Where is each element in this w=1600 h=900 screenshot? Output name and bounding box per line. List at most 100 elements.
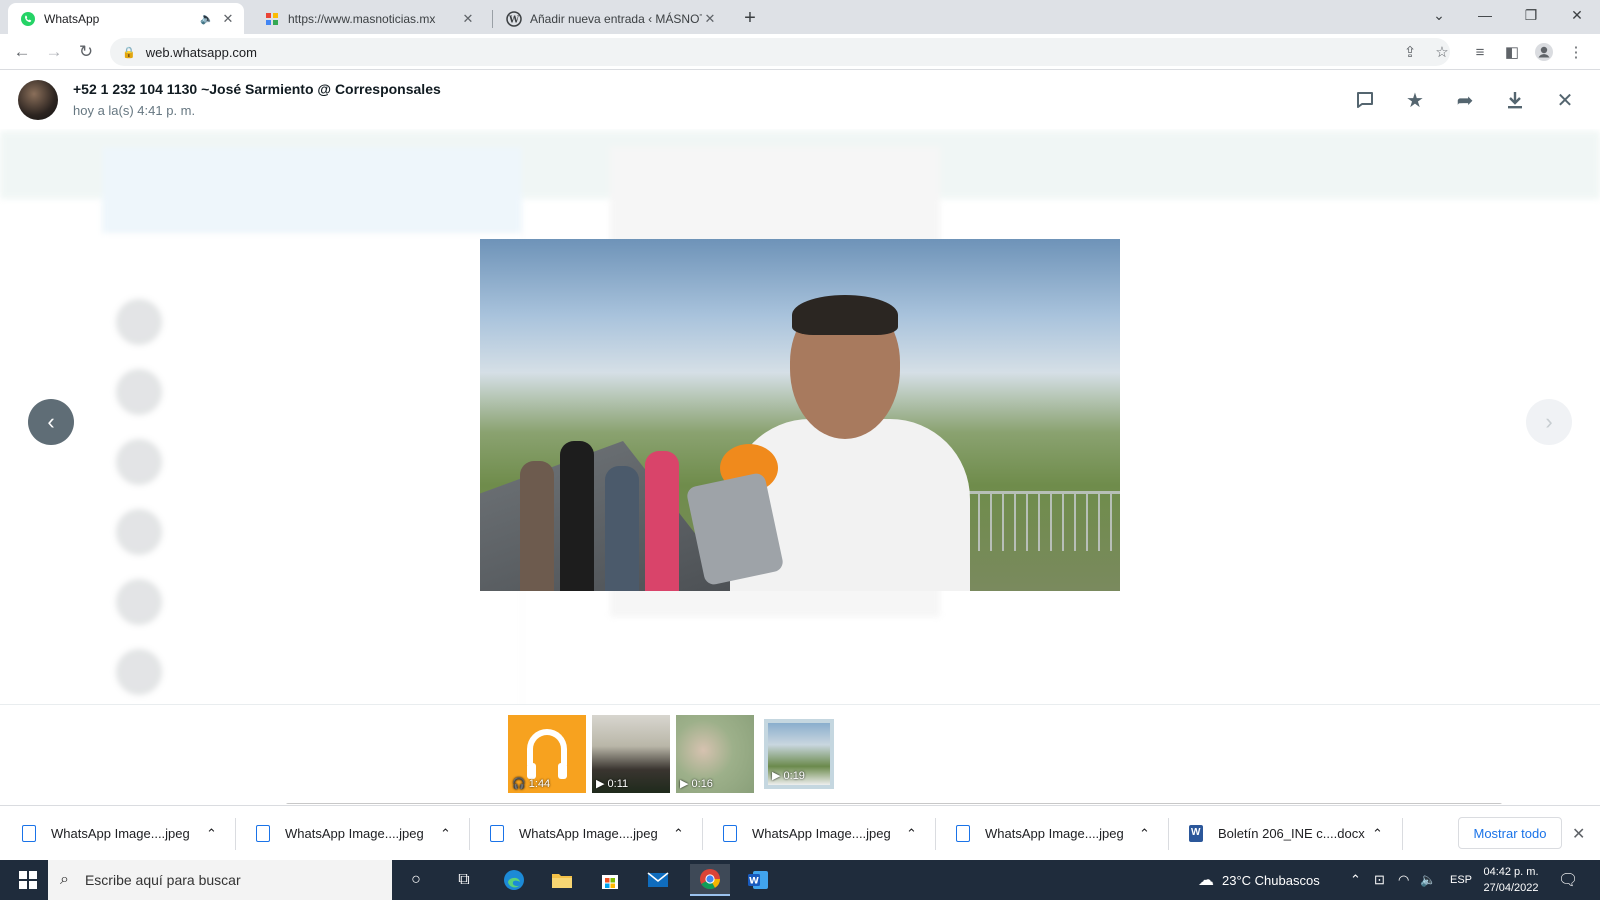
thumbnail-duration: ▶ 0:19: [772, 770, 805, 782]
download-item[interactable]: WhatsApp Image....jpeg: [723, 806, 891, 861]
sent-timestamp: hoy a la(s) 4:41 p. m.: [73, 103, 196, 118]
file-icon: [956, 825, 970, 842]
notifications-icon[interactable]: 🗨: [1558, 860, 1578, 900]
thumbnail-video[interactable]: ▶ 0:11: [592, 715, 670, 793]
chevron-up-icon[interactable]: ⌃: [906, 806, 917, 861]
wifi-icon[interactable]: ◠: [1398, 860, 1409, 900]
tab-masnoticias[interactable]: https://www.masnoticias.mx ✕: [252, 3, 484, 34]
file-explorer-icon[interactable]: [542, 864, 582, 896]
windows-taskbar: ⌕ Escribe aquí para buscar ○ ⧉ W ☁ 23°C …: [0, 860, 1600, 900]
close-tab-icon[interactable]: ✕: [460, 11, 476, 27]
tab-title: Añadir nueva entrada ‹ MÁSNOTI: [530, 11, 702, 26]
forward-icon[interactable]: ➦: [1452, 87, 1478, 113]
svg-text:W: W: [508, 15, 520, 25]
share-icon[interactable]: ⇪: [1400, 42, 1420, 62]
tab-title: https://www.masnoticias.mx: [288, 11, 436, 26]
search-placeholder: Escribe aquí para buscar: [84, 872, 241, 888]
weather-widget[interactable]: ☁ 23°C Chubascos: [1198, 860, 1320, 900]
thumbnail-video[interactable]: ▶ 0:16: [676, 715, 754, 793]
previous-media-button[interactable]: ‹: [28, 399, 74, 445]
show-hidden-icons-icon[interactable]: ⌃: [1350, 860, 1361, 900]
new-tab-button[interactable]: +: [738, 6, 762, 30]
close-tab-icon[interactable]: ✕: [702, 11, 718, 27]
tab-whatsapp[interactable]: WhatsApp 🔈 ✕: [8, 3, 244, 34]
svg-text:W: W: [749, 877, 759, 887]
download-filename: WhatsApp Image....jpeg: [752, 826, 891, 841]
media-thumbnail-strip: 🎧 1:44 ▶ 0:11 ▶ 0:16 ▶ 0:19: [0, 704, 1600, 804]
word-icon[interactable]: W: [738, 864, 778, 896]
download-filename: WhatsApp Image....jpeg: [519, 826, 658, 841]
forward-button[interactable]: →: [42, 40, 66, 64]
download-shelf: WhatsApp Image....jpeg ⌃ WhatsApp Image.…: [0, 805, 1600, 860]
thumbnail-duration: ▶ 0:16: [680, 778, 713, 790]
go-to-message-icon[interactable]: [1352, 87, 1378, 113]
thumbnail-audio[interactable]: 🎧 1:44: [508, 715, 586, 793]
word-doc-icon: [1189, 825, 1203, 842]
lock-icon[interactable]: 🔒: [122, 46, 136, 59]
thumbnail-duration: ▶ 0:11: [596, 778, 629, 790]
avatar[interactable]: [18, 80, 58, 120]
chevron-up-icon[interactable]: ⌃: [1139, 806, 1150, 861]
start-button[interactable]: [8, 860, 48, 900]
chevron-up-icon[interactable]: ⌃: [440, 806, 451, 861]
browser-menu-icon[interactable]: ⋮: [1566, 42, 1586, 62]
next-media-button[interactable]: ›: [1526, 399, 1572, 445]
thumbnail-video-selected[interactable]: ▶ 0:19: [764, 719, 834, 789]
download-item[interactable]: WhatsApp Image....jpeg: [490, 806, 658, 861]
bookmark-star-icon[interactable]: ☆: [1432, 42, 1452, 62]
horizontal-scrollbar[interactable]: [286, 803, 1502, 804]
edge-icon[interactable]: [494, 864, 534, 896]
back-button[interactable]: ←: [10, 40, 34, 64]
input-language[interactable]: ESP: [1450, 860, 1472, 900]
search-icon: ⌕: [60, 871, 69, 888]
reload-button[interactable]: ↻: [74, 40, 98, 64]
clock-date: 27/04/2022: [1483, 882, 1539, 894]
clock-time: 04:42 p. m.: [1483, 866, 1539, 878]
close-icon[interactable]: ✕: [1552, 87, 1578, 113]
download-item[interactable]: WhatsApp Image....jpeg: [256, 806, 424, 861]
thumbnail-duration: 🎧 1:44: [512, 778, 551, 790]
windows-logo-icon: [19, 871, 37, 889]
tab-search-icon[interactable]: ⌄: [1416, 0, 1462, 30]
restore-button[interactable]: ❐: [1508, 0, 1554, 30]
minimize-button[interactable]: —: [1462, 0, 1508, 30]
tab-title: WhatsApp: [44, 11, 100, 26]
media-viewer: +52 1 232 104 1130 ~José Sarmiento @ Cor…: [0, 71, 1600, 804]
taskbar-search-box[interactable]: ⌕ Escribe aquí para buscar: [48, 860, 392, 900]
chrome-icon[interactable]: [690, 864, 730, 896]
close-tab-icon[interactable]: ✕: [220, 11, 236, 27]
cortana-icon[interactable]: ○: [396, 864, 436, 896]
chevron-up-icon[interactable]: ⌃: [1372, 806, 1383, 861]
task-view-icon[interactable]: ⧉: [444, 864, 484, 896]
store-icon[interactable]: [590, 864, 630, 896]
google-ads-icon: [264, 11, 280, 27]
download-item[interactable]: WhatsApp Image....jpeg: [956, 806, 1124, 861]
download-item[interactable]: WhatsApp Image....jpeg: [22, 806, 190, 861]
tab-wordpress[interactable]: W Añadir nueva entrada ‹ MÁSNOTI ✕: [494, 3, 726, 34]
video-frame[interactable]: [480, 239, 1120, 591]
chevron-up-icon[interactable]: ⌃: [206, 806, 217, 861]
sender-name: +52 1 232 104 1130 ~José Sarmiento @ Cor…: [73, 81, 441, 97]
show-all-downloads-button[interactable]: Mostrar todo: [1458, 817, 1562, 849]
download-item[interactable]: Boletín 206_INE c....docx: [1189, 806, 1365, 861]
profile-avatar-icon[interactable]: [1534, 42, 1554, 62]
reading-list-icon[interactable]: ≡: [1470, 42, 1490, 62]
download-icon[interactable]: [1502, 87, 1528, 113]
meet-now-icon[interactable]: ⊡: [1374, 860, 1385, 900]
star-icon[interactable]: ★: [1402, 87, 1428, 113]
system-clock[interactable]: 04:42 p. m. 27/04/2022: [1478, 864, 1544, 896]
url-text: web.whatsapp.com: [145, 44, 257, 60]
close-shelf-icon[interactable]: ✕: [1572, 824, 1585, 844]
side-panel-icon[interactable]: ◧: [1502, 42, 1522, 62]
volume-icon[interactable]: 🔈: [1420, 860, 1436, 900]
address-bar[interactable]: 🔒 web.whatsapp.com: [110, 38, 1450, 66]
whatsapp-icon: [20, 11, 36, 27]
weather-text: 23°C Chubascos: [1222, 872, 1320, 888]
browser-toolbar: ← → ↻ 🔒 web.whatsapp.com ⇪ ☆ ≡ ◧ ⋮: [0, 34, 1600, 70]
file-icon: [490, 825, 504, 842]
speaker-icon[interactable]: 🔈: [200, 12, 214, 25]
close-window-button[interactable]: ✕: [1554, 0, 1600, 30]
weather-cloud-icon: ☁: [1198, 872, 1214, 889]
chevron-up-icon[interactable]: ⌃: [673, 806, 684, 861]
mail-icon[interactable]: [638, 864, 678, 896]
